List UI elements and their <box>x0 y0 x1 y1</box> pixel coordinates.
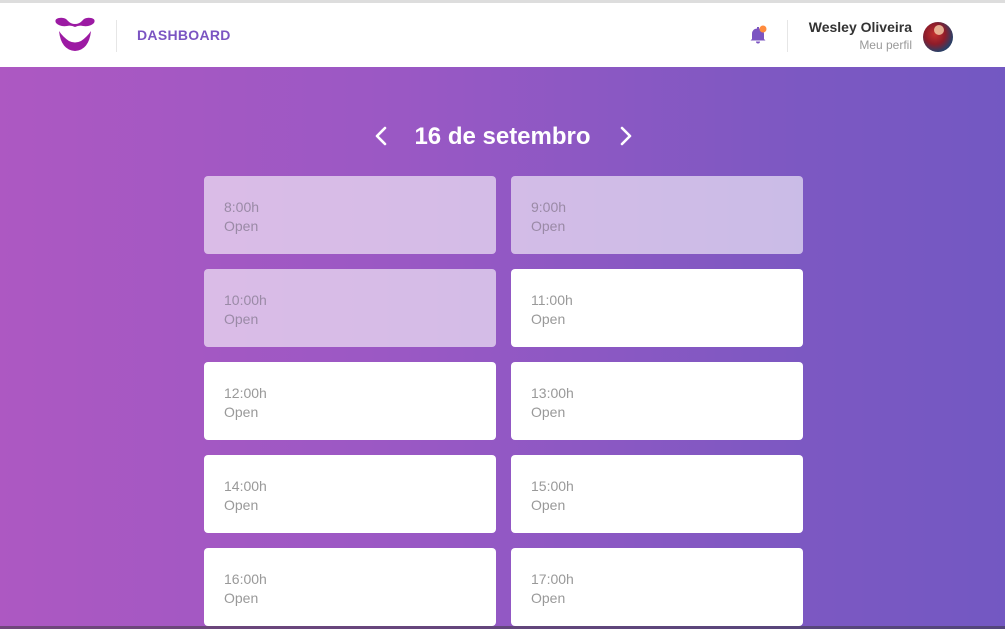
date-navigator: 16 de setembro <box>0 121 1005 153</box>
mustache-logo-icon[interactable] <box>54 17 96 53</box>
time-slot-card[interactable]: 16:00h Open <box>204 548 496 626</box>
header-divider-right <box>787 20 788 52</box>
top-header: DASHBOARD Wesley Oliveira Meu perfil <box>0 3 1005 67</box>
time-slot-card[interactable]: 9:00h Open <box>511 176 803 254</box>
slot-status: Open <box>531 590 566 606</box>
slot-time: 15:00h <box>531 478 574 494</box>
user-info: Wesley Oliveira Meu perfil <box>809 19 912 52</box>
time-slot-card[interactable]: 12:00h Open <box>204 362 496 440</box>
time-slot-card[interactable]: 10:00h Open <box>204 269 496 347</box>
time-slot-card[interactable]: 14:00h Open <box>204 455 496 533</box>
slot-time: 13:00h <box>531 385 574 401</box>
time-slot-card[interactable]: 8:00h Open <box>204 176 496 254</box>
header-divider <box>116 20 117 52</box>
selected-date: 16 de setembro <box>414 123 591 150</box>
slot-status: Open <box>531 497 566 513</box>
time-slot-card[interactable]: 13:00h Open <box>511 362 803 440</box>
time-slot-card[interactable]: 15:00h Open <box>511 455 803 533</box>
slot-status: Open <box>531 311 566 327</box>
profile-link[interactable]: Meu perfil <box>809 38 912 52</box>
slot-status: Open <box>224 311 259 327</box>
slot-status: Open <box>224 497 259 513</box>
time-slot-card[interactable]: 17:00h Open <box>511 548 803 626</box>
nav-dashboard-link[interactable]: DASHBOARD <box>137 27 231 43</box>
slot-status: Open <box>531 218 566 234</box>
slot-time: 16:00h <box>224 571 267 587</box>
schedule-area: 16 de setembro 8:00h Open 9:00h Open 10:00h O… <box>0 67 1005 629</box>
slot-status: Open <box>224 404 259 420</box>
slot-status: Open <box>531 404 566 420</box>
time-slot-card[interactable]: 11:00h Open <box>511 269 803 347</box>
slot-time: 9:00h <box>531 199 567 215</box>
avatar[interactable] <box>923 22 953 52</box>
slot-time: 10:00h <box>224 292 267 308</box>
slot-time: 12:00h <box>224 385 267 401</box>
chevron-right-icon[interactable] <box>614 125 636 147</box>
slot-time: 14:00h <box>224 478 267 494</box>
slot-status: Open <box>224 218 259 234</box>
notification-dot <box>759 25 767 33</box>
notification-bell-icon[interactable] <box>749 25 767 45</box>
slot-time: 8:00h <box>224 199 260 215</box>
slot-time: 17:00h <box>531 571 574 587</box>
user-name: Wesley Oliveira <box>808 19 912 35</box>
slot-time: 11:00h <box>531 292 573 308</box>
slot-status: Open <box>224 590 259 606</box>
